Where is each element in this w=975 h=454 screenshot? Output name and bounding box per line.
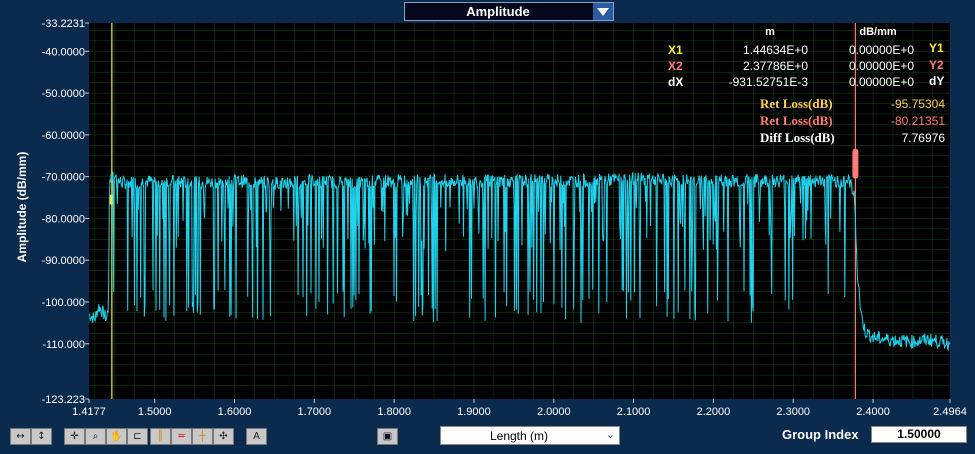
x-tick-label: 1.5000	[138, 406, 172, 418]
x-tick-label: 1.4177	[72, 406, 106, 418]
y-tick-label: -110.000	[42, 339, 85, 351]
col-header-dbmm: dB/mm	[859, 26, 897, 38]
cursor-x2-marker	[852, 148, 859, 179]
y-tick-label: -50.0000	[42, 88, 85, 100]
x-tick-label: 2.4964	[933, 406, 967, 418]
ret-loss-1-label: Ret Loss(dB)	[760, 96, 833, 111]
x-tick-label: 2.2000	[697, 406, 731, 418]
zoom-icon[interactable]: ⌕	[85, 428, 106, 445]
measure-icon[interactable]: ⊏	[127, 428, 148, 445]
x-tick-label: 2.4000	[856, 406, 890, 418]
row-dx-db: 0.00000E+0	[849, 75, 914, 89]
y-tick-label: -70.0000	[42, 172, 85, 184]
row-x2-db: 0.00000E+0	[849, 59, 914, 73]
annotation-icon[interactable]: A	[246, 428, 267, 445]
row-x2-label: X2	[668, 59, 683, 73]
x-tick-label: 1.6000	[218, 406, 252, 418]
row-dx-m: -931.52751E-3	[729, 75, 809, 89]
y-tick-label: -123.223	[42, 394, 85, 406]
y-tick-label: -100.000	[42, 297, 85, 309]
row-x2-m: 2.37786E+0	[743, 59, 808, 73]
x-tick-label: 2.1000	[617, 406, 651, 418]
row-y1-tag: Y1	[929, 41, 944, 55]
autoscale-x-icon[interactable]: ↔	[10, 428, 31, 445]
y-tick-labels: -33.2231 -40.0000 -50.0000 -60.0000 -70.0000…	[42, 18, 89, 406]
autoscale-y-icon[interactable]: ↕	[31, 428, 52, 445]
y-tick-label: -80.0000	[42, 213, 85, 225]
y-tick-label: -40.0000	[42, 46, 85, 58]
x-axis-select[interactable]: Length (m) ⌄	[440, 426, 620, 445]
x-tick-label: 1.9000	[457, 406, 491, 418]
diff-loss-label: Diff Loss(dB)	[760, 130, 835, 145]
row-y2-tag: Y2	[929, 58, 944, 72]
chevron-down-icon: ⌄	[605, 429, 615, 441]
add-cursor-icon[interactable]: ┼	[192, 428, 213, 445]
col-header-m: m	[765, 26, 775, 38]
row-x1-m: 1.44634E+0	[743, 43, 808, 57]
x-axis-select-value: Length (m)	[489, 429, 549, 443]
y-tick-label: -33.2231	[42, 18, 85, 30]
x-tick-labels: 1.4177 1.5000 1.6000 1.7000 1.8000 1.9000 2.00…	[72, 399, 967, 418]
row-x1-label: X1	[668, 43, 683, 57]
graph-toolbar: ↔ ↕ ✛ ⌕ ✋ ⊏ ║ ═ ┼ ✣ A	[10, 428, 269, 446]
row-x1-db: 0.00000E+0	[849, 43, 914, 57]
row-dx-label: dX	[668, 75, 683, 89]
group-index-input[interactable]: 1.50000	[871, 426, 967, 443]
pan-hand-icon[interactable]: ✋	[106, 428, 127, 445]
cursor-move-icon[interactable]: ✛	[64, 428, 85, 445]
x-tick-label: 1.8000	[377, 406, 411, 418]
ret-loss-2-value: -80.21351	[891, 114, 945, 128]
save-icon[interactable]: ▣	[377, 428, 398, 445]
horizontal-cursors-icon[interactable]: ═	[171, 428, 192, 445]
group-index-label: Group Index	[782, 427, 859, 442]
x-tick-label: 2.3000	[776, 406, 810, 418]
x-tick-label: 1.7000	[297, 406, 331, 418]
vertical-cursors-icon[interactable]: ║	[150, 428, 171, 445]
ret-loss-1-value: -95.75304	[891, 97, 945, 111]
y-tick-label: -60.0000	[42, 130, 85, 142]
row-dy-tag: dY	[929, 74, 944, 88]
ret-loss-2-label: Ret Loss(dB)	[760, 113, 833, 128]
diff-loss-value: 7.76976	[902, 131, 946, 145]
center-cursor-icon[interactable]: ✣	[213, 428, 234, 445]
y-tick-label: -90.0000	[42, 255, 85, 267]
amplitude-chart[interactable]: -33.2231 -40.0000 -50.0000 -60.0000 -70.0000…	[0, 0, 975, 425]
x-tick-label: 2.0000	[537, 406, 571, 418]
